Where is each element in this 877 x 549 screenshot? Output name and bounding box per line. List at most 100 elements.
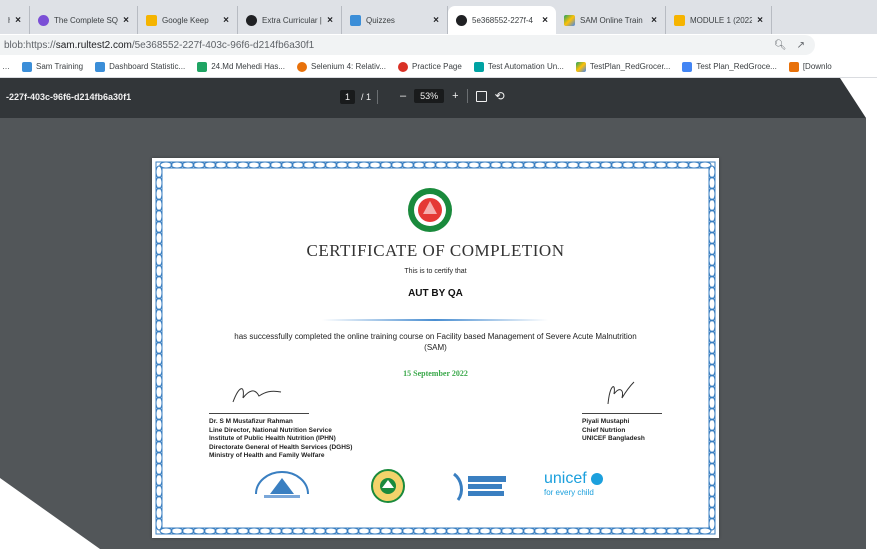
tab-title: 5e368552-227f-4 [472,15,533,25]
globe-icon [456,14,467,26]
zoom-level-input[interactable]: 53% [414,89,445,103]
close-icon[interactable]: × [757,15,763,26]
signatory-ministry: Ministry of Health and Family Welfare [209,452,325,459]
signatory-institute: Institute of Public Health Nutrition (IP… [209,435,336,442]
signatory-name: Piyali Mustaphi [582,418,630,425]
divider [466,89,468,103]
unicef-logo: unicef for every child [544,470,604,497]
bookmark-label: [Downlo [802,62,832,71]
bookmark-download[interactable]: [Downlo [788,61,832,72]
pdf-toolbar: -227f-403c-96f6-d214fb6a30f1 1 / 1 – 53%… [0,78,866,118]
tab-google-keep[interactable]: Google Keep × [138,6,238,34]
unicef-wordmark: unicef [544,470,587,487]
close-icon[interactable]: × [123,15,129,26]
close-icon[interactable]: × [542,15,548,26]
zoom-out-button[interactable]: – [400,90,406,102]
tab-sam-online[interactable]: SAM Online Train × [556,6,666,34]
bookmark-testplan-2[interactable]: Test Plan_RedGroce... [682,61,777,72]
pdf-canvas[interactable]: CERTIFICATE OF COMPLETION This is to cer… [0,118,866,549]
document-title: -227f-403c-96f6-d214fb6a30f1 [6,92,132,102]
slides-icon [674,14,685,26]
dghs-logo-icon [371,469,405,503]
signatory-title: Chief Nutrtion [582,426,626,434]
bookmark-test-automation[interactable]: Test Automation Un... [473,61,564,72]
close-icon[interactable]: × [327,15,333,26]
address-bar-row: blob:https://sam.rultest2.com/5e368552-2… [0,34,877,56]
page-indicator: 1 / 1 [340,90,379,104]
bookmark-label: Test Automation Un... [487,62,564,71]
recipient-name: AUT BY QA [408,288,463,299]
keep-icon [146,14,157,26]
close-icon[interactable]: × [223,15,229,26]
bookmarks-overflow[interactable]: … [2,62,10,71]
drive-icon [564,14,575,26]
unicef-tagline: for every child [544,488,594,497]
url-field[interactable]: blob:https://sam.rultest2.com/5e368552-2… [0,35,815,55]
bookmark-label: Practice Page [412,62,462,71]
tab-title: MODULE 1 (2022 [690,15,753,25]
bookmark-practice-page[interactable]: Practice Page [398,61,462,72]
tab-partial[interactable]: h × [0,6,30,34]
bookmark-label: Sam Training [36,62,84,71]
close-icon[interactable]: × [15,15,21,26]
government-seal-icon [408,188,452,232]
site-icon [246,14,257,26]
bookmark-icon [788,61,799,72]
unicef-globe-icon [591,472,604,485]
left-signatory: Dr. S M Mustafizur Rahman Line Director,… [209,376,379,461]
bookmark-label: Test Plan_RedGroce... [696,62,777,71]
bookmark-label: Selenium 4: Relativ... [311,62,386,71]
url-host: sam.rultest2.com [55,39,132,51]
tab-sql-course[interactable]: The Complete SQ × [30,6,138,34]
signature-line [582,413,662,414]
left-signature-icon [232,388,282,403]
url-prefix: blob:https:// [4,39,56,51]
bookmark-testplan-1[interactable]: TestPlan_RedGrocer... [575,61,671,72]
bookmark-selenium[interactable]: Selenium 4: Relativ... [297,61,386,72]
page-number-input[interactable]: 1 [340,90,356,104]
tab-extra-curricular[interactable]: Extra Curricular | × [238,6,342,34]
url-path: /5e368552-227f-403c-96f6-d214fb6a30f1 [131,39,315,51]
zoom-in-button[interactable]: + [452,90,458,102]
tab-quizzes[interactable]: Quizzes × [342,6,448,34]
bookmark-label: Dashboard Statistic... [109,62,186,71]
bookmark-label: 24.Md Mehedi Has... [211,62,285,71]
share-icon[interactable]: ↗ [797,40,805,51]
course-favicon-icon [38,14,49,26]
docs-icon [682,61,693,72]
bookmark-icon [95,61,106,72]
right-signature-icon [607,381,635,405]
bookmark-dashboard[interactable]: Dashboard Statistic... [95,61,186,72]
signature-line [209,413,309,414]
bookmarks-bar: … Sam Training Dashboard Statistic... 24… [0,56,877,78]
page-total: / 1 [361,92,372,102]
bookmark-icon [473,61,484,72]
drive-icon [575,61,586,72]
quiz-icon [350,14,361,26]
bookmark-sam-training[interactable]: Sam Training [22,61,84,72]
iphn-logo-icon [255,471,309,498]
certify-line: This is to certify that [404,268,467,275]
bookmark-icon [398,61,408,72]
tab-module-1[interactable]: MODULE 1 (2022 × [666,6,772,34]
bookmark-icon [22,61,32,72]
tab-title: SAM Online Train [580,15,643,25]
divider [377,90,379,104]
tab-current-pdf[interactable]: 5e368552-227f-4 × [448,6,556,34]
tab-title: h [8,16,10,25]
signatory-org: UNICEF Bangladesh [582,435,645,442]
zoom-icon[interactable]: 🔍︎ [774,40,787,51]
close-icon[interactable]: × [651,15,657,26]
bookmark-label: TestPlan_RedGrocer... [589,62,671,71]
signatory-title: Line Director, National Nutrition Servic… [209,426,332,434]
tab-title: Google Keep [162,15,209,25]
fit-page-icon[interactable] [475,90,487,102]
rotate-icon[interactable]: ⟲ [495,89,505,103]
tab-strip: h × The Complete SQ × Google Keep × Extr… [0,0,877,34]
name-underline [322,319,548,321]
tab-title: Extra Curricular | [262,15,322,25]
bookmark-mehedi[interactable]: 24.Md Mehedi Has... [197,61,285,72]
certificate-page: CERTIFICATE OF COMPLETION This is to cer… [152,158,719,538]
right-signatory: Piyali Mustaphi Chief Nutrtion UNICEF Ba… [582,376,692,444]
close-icon[interactable]: × [433,15,439,26]
